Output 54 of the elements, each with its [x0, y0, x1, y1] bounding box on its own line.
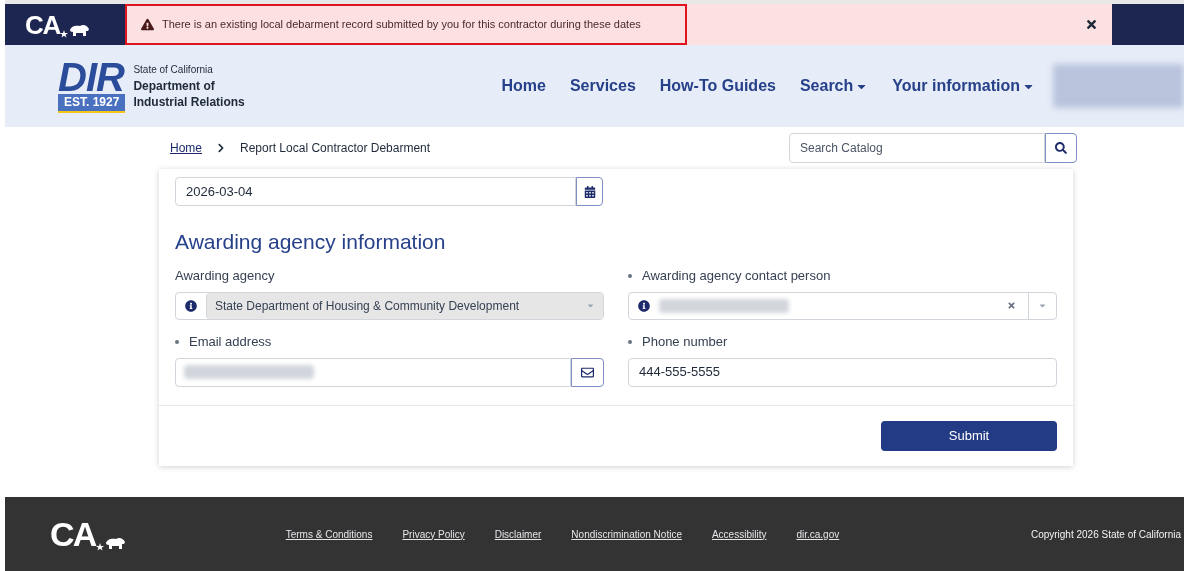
- search-icon: [1055, 142, 1067, 154]
- clear-icon[interactable]: [1007, 301, 1016, 310]
- breadcrumb-link[interactable]: Home: [170, 139, 202, 157]
- calendar-icon: [583, 185, 596, 198]
- footer-link[interactable]: Terms & Conditions: [285, 526, 373, 542]
- nav-link[interactable]: How-To Guides: [659, 74, 776, 98]
- footer-link[interactable]: dir.ca.gov: [796, 526, 840, 542]
- field-label: Awarding agency: [175, 266, 275, 285]
- bear-icon: [103, 535, 126, 551]
- ca-logo-text: CA: [25, 11, 60, 38]
- chevron-icon: [216, 143, 226, 153]
- info-icon: [185, 299, 197, 312]
- caret-icon[interactable]: [1038, 301, 1047, 310]
- select-value: State Department of Housing & Community Development: [215, 297, 520, 315]
- info-icon: [638, 299, 650, 312]
- ca-logo-text: CA: [50, 517, 96, 551]
- established-label: EST. 1927: [58, 93, 126, 113]
- footer-link[interactable]: Disclaimer: [494, 526, 542, 542]
- nav-link[interactable]: Home: [501, 74, 546, 98]
- submit-button[interactable]: Submit: [881, 420, 1057, 451]
- copyright-text: Copyright 2026 State of California: [1030, 527, 1181, 542]
- caret-icon: [586, 301, 595, 310]
- field-label: Email address: [189, 332, 272, 351]
- state-label: State of California: [133, 63, 214, 77]
- nav-link[interactable]: Search: [799, 74, 869, 98]
- department-name: Industrial Relations: [133, 94, 245, 110]
- date-value: 2026-03-04: [186, 182, 253, 201]
- search-placeholder: Search Catalog: [800, 140, 883, 157]
- calendar-button[interactable]: [576, 177, 603, 206]
- section-title: Awarding agency information: [175, 229, 447, 255]
- star-icon: [59, 29, 68, 38]
- close-icon: [1085, 18, 1098, 31]
- alert-text: There is an existing local debarment record submitted by you for this contractor during these dates: [162, 17, 641, 33]
- date-field[interactable]: 2026-03-04: [175, 177, 576, 206]
- footer-link[interactable]: Privacy Policy: [402, 526, 465, 542]
- department-name: Department of: [133, 78, 216, 94]
- footer-link[interactable]: Nondiscrimination Notice: [571, 526, 682, 542]
- envelope-icon: [581, 365, 594, 379]
- email-button[interactable]: [571, 357, 604, 387]
- field-label: Phone number: [642, 332, 728, 351]
- phone-field[interactable]: 444-555-5555: [628, 357, 1057, 387]
- star-icon: [95, 543, 104, 551]
- footer-link[interactable]: Accessibility: [711, 526, 767, 542]
- email-field[interactable]: [175, 357, 571, 387]
- dir-logo-letters: DIR: [58, 59, 126, 94]
- breadcrumb-current: Report Local Contractor Debarment: [240, 140, 431, 157]
- field-label: Awarding agency contact person: [642, 266, 831, 285]
- top-bar-end: [1112, 4, 1184, 45]
- phone-value: 444-555-5555: [639, 363, 720, 382]
- warning-icon: [141, 18, 154, 31]
- nav-link[interactable]: Services: [569, 74, 636, 98]
- search-field[interactable]: Search Catalog: [789, 133, 1045, 163]
- search-button[interactable]: [1045, 133, 1077, 163]
- nav-link[interactable]: Your information: [892, 74, 1035, 98]
